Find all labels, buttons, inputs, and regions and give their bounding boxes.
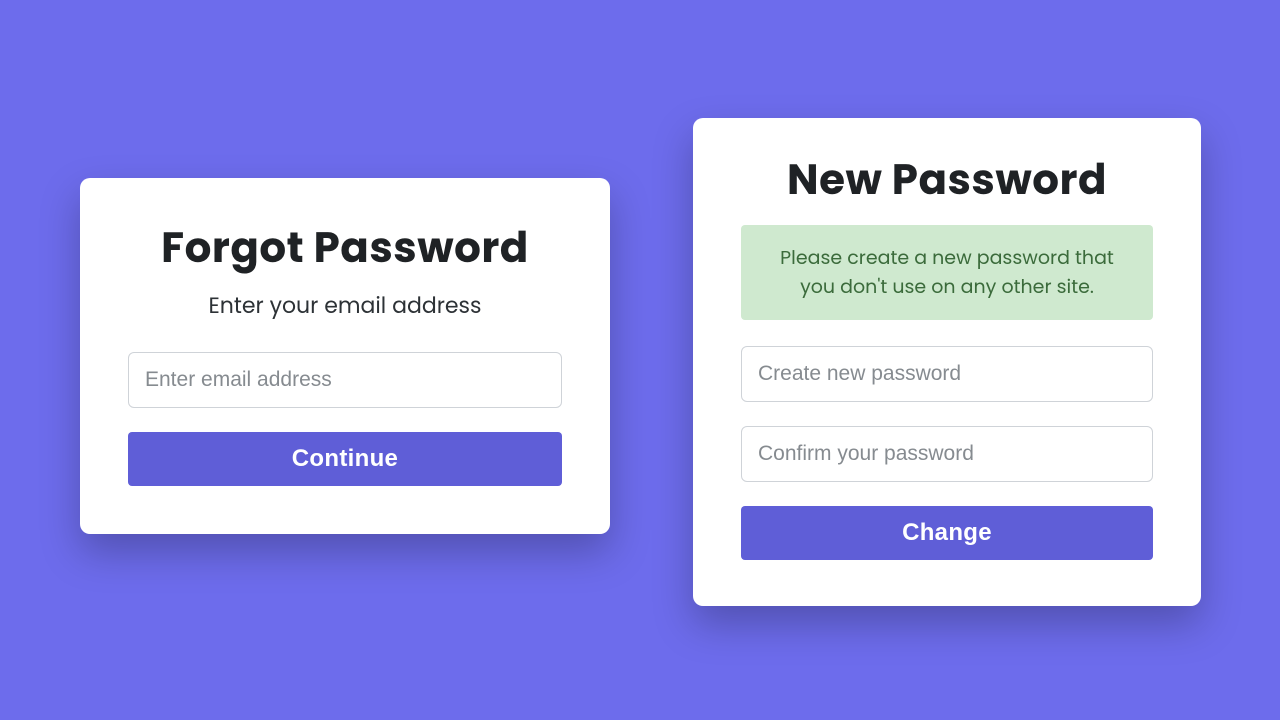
create-password-field[interactable] xyxy=(741,346,1153,402)
password-instruction-alert: Please create a new password that you do… xyxy=(741,225,1153,320)
forgot-password-title: Forgot Password xyxy=(128,216,562,279)
forgot-password-card: Forgot Password Enter your email address… xyxy=(80,178,610,534)
confirm-password-field[interactable] xyxy=(741,426,1153,482)
continue-button[interactable]: Continue xyxy=(128,432,562,486)
change-button[interactable]: Change xyxy=(741,506,1153,560)
new-password-card: New Password Please create a new passwor… xyxy=(693,118,1201,606)
email-field[interactable] xyxy=(128,352,562,408)
new-password-title: New Password xyxy=(741,148,1153,211)
forgot-password-subtitle: Enter your email address xyxy=(128,289,562,322)
